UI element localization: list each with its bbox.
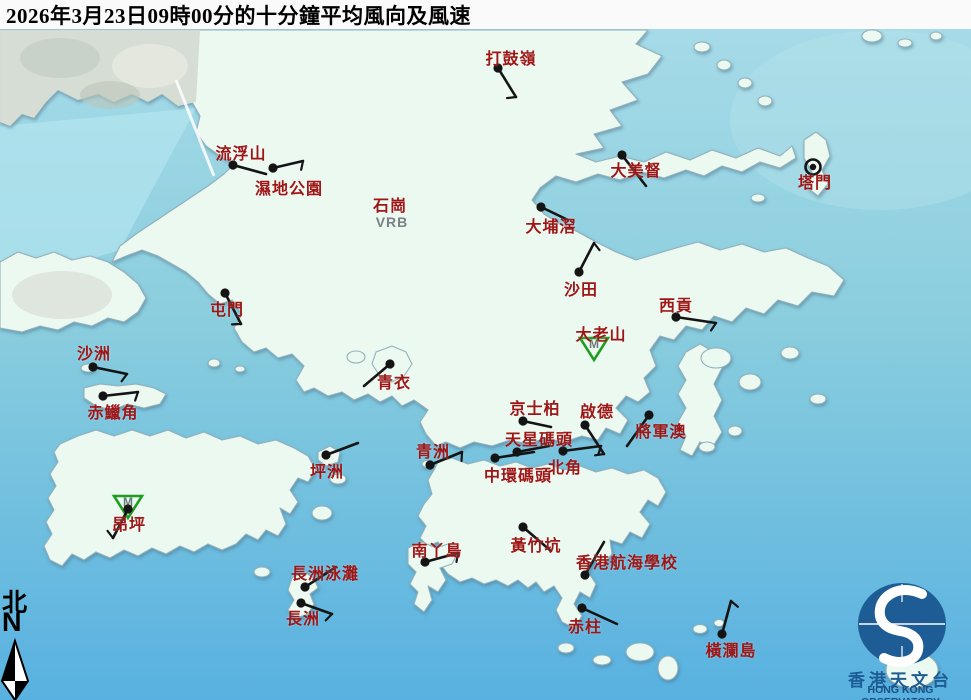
station-label: 青洲 (416, 438, 450, 462)
wind-barb-feather (731, 601, 738, 607)
station-label: 京士柏 (509, 395, 560, 419)
north-arrow-icon (0, 583, 40, 700)
hko-logo-icon (830, 578, 971, 668)
wind-barb-stem (722, 601, 731, 634)
station-dot (518, 522, 527, 531)
station-label: 將軍澳 (635, 418, 686, 442)
wind-barb-feather (326, 614, 332, 620)
wind-barb-feather (507, 97, 516, 98)
wind-barb-stem (498, 68, 516, 97)
station-label: 北角 (548, 454, 582, 478)
station-label: 啟德 (580, 398, 614, 422)
station-label: 打鼓嶺 (485, 45, 536, 69)
station-label: 橫瀾島 (705, 637, 756, 661)
station-label: 中環碼頭 (484, 462, 552, 486)
wind-barb-stem (273, 161, 303, 168)
station-label: 石崗 (373, 192, 407, 216)
station-label: 赤鱲角 (87, 399, 138, 423)
wind-barb-stem (93, 367, 127, 374)
station-label: 南丫島 (411, 537, 462, 561)
station-label: 黃竹坑 (510, 532, 561, 556)
station-label: 天星碼頭 (505, 426, 573, 450)
wind-barb-stem (326, 443, 358, 455)
station-dot (577, 603, 586, 612)
station-label: 赤柱 (568, 613, 602, 637)
station-dot (385, 359, 394, 368)
wind-barb-layer: MM (0, 0, 971, 700)
page-title: 2026年3月23日09時00分的十分鐘平均風向及風速 (0, 0, 471, 30)
station-label: 昂坪 (112, 511, 146, 535)
title-bar: 2026年3月23日09時00分的十分鐘平均風向及風速 (0, 0, 971, 29)
wind-barb-feather (711, 323, 716, 331)
station-label: 濕地公園 (255, 175, 323, 199)
station-label: 長洲 (286, 605, 320, 629)
station-label: 塔門 (798, 169, 832, 193)
station-label: 長洲泳灘 (291, 560, 359, 584)
wind-map-page: MM 打鼓嶺流浮山濕地公園石崗VRB 大美督大埔滘沙田西貢大老山 塔門屯門沙洲赤鱲角… (0, 0, 971, 700)
station-label: 大老山 (575, 321, 626, 345)
wind-barb-feather (122, 374, 127, 381)
wind-barb-stem (233, 165, 266, 174)
wind-barb-feather (594, 243, 599, 250)
station-label: 坪洲 (310, 458, 344, 482)
station-label: 香港航海學校 (576, 549, 678, 573)
station-label: 西貢 (659, 292, 693, 316)
wind-barb-stem (585, 425, 604, 454)
station-dot (536, 202, 545, 211)
station-label: 沙洲 (77, 340, 111, 364)
wind-barb-stem (103, 392, 138, 396)
station-dot (268, 163, 277, 172)
station-label: 屯門 (210, 296, 244, 320)
station-label: 青衣 (377, 369, 411, 393)
compass: 北 N (0, 583, 40, 700)
hko-name-en: HONG KONG OBSERVATORY (830, 684, 971, 700)
station-label: 沙田 (564, 276, 598, 300)
wind-barb-stem (676, 317, 716, 323)
station-label: 大美督 (610, 157, 661, 181)
hko-logo: 香港天文台 HONG KONG OBSERVATORY (830, 578, 971, 700)
station-label: 流浮山 (215, 140, 266, 164)
station-label: 大埔滘 (525, 213, 576, 237)
wind-barb-stem (579, 243, 594, 272)
station-sublabel-vrb: VRB (376, 214, 409, 230)
